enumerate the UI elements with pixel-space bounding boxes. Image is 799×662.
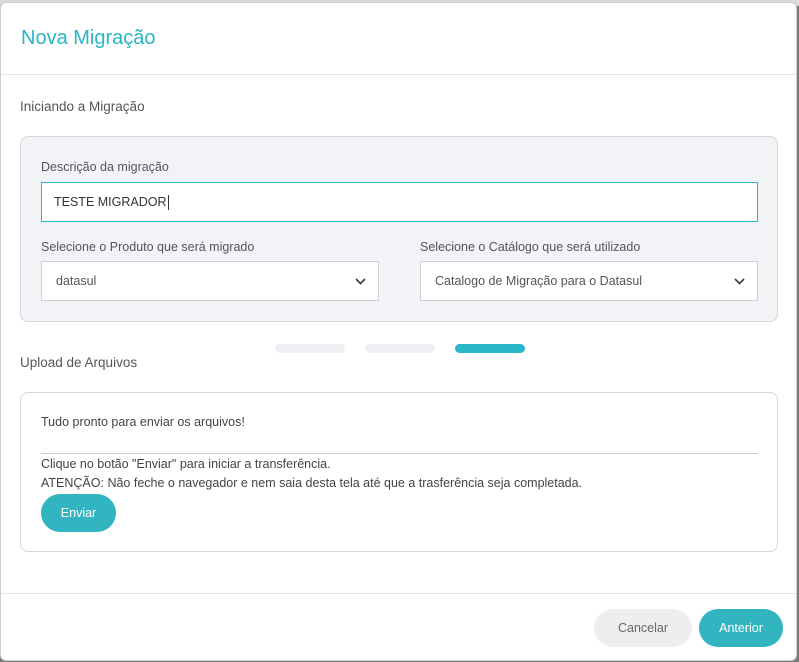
start-section-label: Iniciando a Migração (20, 99, 145, 114)
step-indicator-1 (275, 344, 345, 353)
instruction-text: Clique no botão "Enviar" para iniciar a … (41, 457, 331, 471)
send-button[interactable]: Enviar (41, 494, 116, 532)
chevron-down-icon (355, 277, 366, 285)
product-select[interactable]: datasul (41, 261, 379, 301)
text-caret (167, 194, 169, 210)
previous-button[interactable]: Anterior (699, 609, 783, 647)
description-value: TESTE MIGRADOR (54, 195, 167, 209)
upload-divider (41, 453, 758, 454)
migration-settings-panel: Descrição da migração TESTE MIGRADOR Sel… (20, 136, 778, 322)
step-indicator-2 (365, 344, 435, 353)
modal-header: Nova Migração (1, 3, 796, 75)
warning-text: ATENÇÃO: Não feche o navegador e nem sai… (41, 476, 583, 490)
upload-panel: Tudo pronto para enviar os arquivos! Cli… (20, 392, 778, 552)
step-indicator-3-active (455, 344, 525, 353)
catalog-select[interactable]: Catalogo de Migração para o Datasul (420, 261, 758, 301)
cancel-button[interactable]: Cancelar (594, 609, 692, 647)
footer-divider (1, 593, 796, 594)
ready-text: Tudo pronto para enviar os arquivos! (41, 415, 245, 429)
upload-section-label: Upload de Arquivos (20, 355, 138, 370)
catalog-label: Selecione o Catálogo que será utilizado (420, 240, 641, 254)
product-label: Selecione o Produto que será migrado (41, 240, 255, 254)
description-label: Descrição da migração (41, 160, 169, 174)
product-select-value: datasul (56, 274, 97, 288)
chevron-down-icon (734, 277, 745, 285)
description-input[interactable]: TESTE MIGRADOR (41, 182, 758, 222)
modal-title: Nova Migração (21, 27, 156, 49)
catalog-select-value: Catalogo de Migração para o Datasul (435, 274, 643, 288)
migration-modal: Nova Migração Iniciando a Migração Descr… (0, 2, 797, 661)
